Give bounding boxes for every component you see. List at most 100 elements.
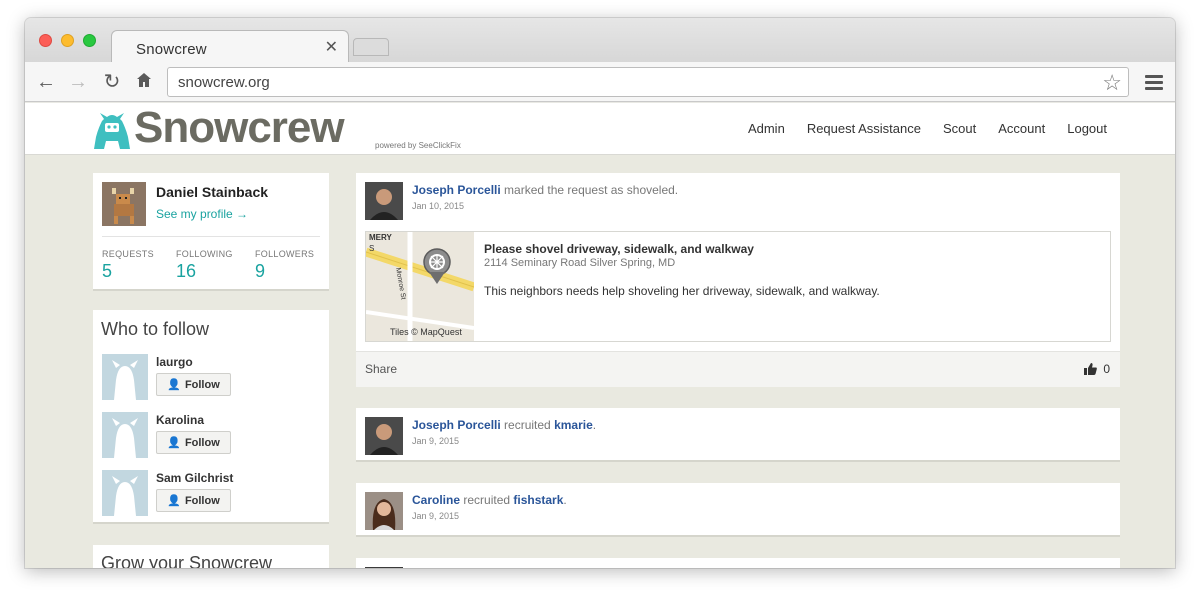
follow-suggestion: Karolina 👤 Follow xyxy=(102,412,322,462)
request-map[interactable]: MERY S Monroe St Tiles © MapQuest xyxy=(366,232,474,341)
see-profile-link[interactable]: See my profile → xyxy=(156,207,248,221)
target-link[interactable]: fishstark xyxy=(513,493,563,507)
nav-request-assistance[interactable]: Request Assistance xyxy=(807,121,921,136)
nav-admin[interactable]: Admin xyxy=(748,121,785,136)
bookmark-star-icon[interactable]: ☆ xyxy=(1102,70,1122,96)
feed-date: Jan 9, 2015 xyxy=(412,511,460,521)
action-suffix: . xyxy=(563,493,567,507)
close-tab-icon[interactable]: ✕ xyxy=(325,37,338,57)
address-bar[interactable]: snowcrew.org ☆ xyxy=(167,67,1129,97)
user-avatar[interactable] xyxy=(365,567,403,568)
share-link[interactable]: Share xyxy=(365,362,397,376)
profile-name: Daniel Stainback xyxy=(156,184,269,200)
profile-avatar[interactable] xyxy=(102,182,146,226)
feed-line: Caroline recruited fishstark. xyxy=(412,493,567,507)
tab-strip: Snowcrew ✕ xyxy=(25,18,1175,64)
feed-item: Joseph Porcelli recruited kmarie. Jan 9,… xyxy=(356,408,1120,462)
site-header: Snowcrew powered by SeeClickFix Admin Re… xyxy=(25,103,1175,155)
grow-title: Grow your Snowcrew xyxy=(101,553,273,568)
actor-link[interactable]: Joseph Porcelli xyxy=(412,418,501,432)
add-user-icon: 👤 xyxy=(167,379,181,391)
minimize-window-button[interactable] xyxy=(61,34,74,47)
request-address: 2114 Seminary Road Silver Spring, MD xyxy=(484,257,676,269)
url-text: snowcrew.org xyxy=(178,74,270,91)
stat-requests[interactable]: REQUESTS 5 xyxy=(102,249,154,282)
who-to-follow-title: Who to follow xyxy=(101,319,210,339)
yeti-logo-icon xyxy=(94,113,130,149)
like-count: 0 xyxy=(1103,362,1110,376)
stat-label: FOLLOWING xyxy=(176,249,233,259)
action-text: recruited xyxy=(460,493,514,507)
request-card[interactable]: MERY S Monroe St Tiles © MapQuest Please… xyxy=(365,231,1111,342)
feed-item xyxy=(356,558,1120,568)
user-avatar[interactable] xyxy=(365,182,403,220)
back-arrow-icon[interactable]: ← xyxy=(35,71,57,93)
follow-button-label: Follow xyxy=(184,494,220,507)
browser-toolbar: ← → ↻ snowcrew.org ☆ xyxy=(25,62,1175,102)
target-link[interactable]: kmarie xyxy=(554,418,593,432)
yeti-avatar-icon xyxy=(102,412,148,458)
stat-value: 5 xyxy=(102,261,113,281)
suggestion-name[interactable]: Sam Gilchrist xyxy=(156,471,233,485)
actor-link[interactable]: Joseph Porcelli xyxy=(412,183,501,197)
maximize-window-button[interactable] xyxy=(83,34,96,47)
powered-by-text: powered by SeeClickFix xyxy=(375,141,461,150)
nav-scout[interactable]: Scout xyxy=(943,121,976,136)
stat-label: FOLLOWERS xyxy=(255,249,315,259)
close-window-button[interactable] xyxy=(39,34,52,47)
stat-label: REQUESTS xyxy=(102,249,154,259)
stat-following[interactable]: FOLLOWING 16 xyxy=(176,249,233,282)
main-content: Daniel Stainback See my profile → REQUES… xyxy=(25,155,1175,568)
new-tab-button[interactable] xyxy=(353,38,389,56)
logo-wordmark: Snowcrew xyxy=(134,103,345,152)
nav-account[interactable]: Account xyxy=(998,121,1045,136)
suggestion-name[interactable]: Karolina xyxy=(156,413,204,427)
profile-divider xyxy=(102,236,320,237)
request-title[interactable]: Please shovel driveway, sidewalk, and wa… xyxy=(484,242,754,256)
action-text: recruited xyxy=(500,418,555,432)
feed-item: Caroline recruited fishstark. Jan 9, 201… xyxy=(356,483,1120,537)
suggestion-name[interactable]: laurgo xyxy=(156,355,193,369)
profile-card: Daniel Stainback See my profile → REQUES… xyxy=(93,173,329,291)
map-credit: Tiles © MapQuest xyxy=(390,327,462,337)
follow-button[interactable]: 👤 Follow xyxy=(156,431,231,454)
like-button[interactable]: 0 xyxy=(1084,362,1110,376)
map-label: S xyxy=(369,244,374,253)
follow-suggestion: Sam Gilchrist 👤 Follow xyxy=(102,470,322,520)
follow-suggestion: laurgo 👤 Follow xyxy=(102,354,322,404)
add-user-icon: 👤 xyxy=(167,495,181,507)
yeti-avatar-icon xyxy=(102,354,148,400)
tab-title: Snowcrew xyxy=(136,41,207,58)
browser-window: Snowcrew ✕ ← → ↻ snowcrew.org ☆ Snowcrew… xyxy=(25,18,1175,568)
follow-button[interactable]: 👤 Follow xyxy=(156,489,231,512)
who-to-follow-card: Who to follow laurgo 👤 Follow Karolina 👤 F… xyxy=(93,310,329,524)
feed-item: Joseph Porcelli marked the request as sh… xyxy=(356,173,1120,387)
action-text: marked the request as shoveled. xyxy=(500,183,679,197)
add-user-icon: 👤 xyxy=(167,437,181,449)
grow-card: Grow your Snowcrew xyxy=(93,545,329,568)
follow-button-label: Follow xyxy=(184,378,220,391)
site-nav: Admin Request Assistance Scout Account L… xyxy=(748,121,1107,136)
action-suffix: . xyxy=(592,418,597,432)
stat-followers[interactable]: FOLLOWERS 9 xyxy=(255,249,314,282)
browser-menu-icon[interactable] xyxy=(1145,75,1163,93)
feed-line: Joseph Porcelli marked the request as sh… xyxy=(412,183,678,197)
user-avatar[interactable] xyxy=(365,492,403,530)
feed-date: Jan 9, 2015 xyxy=(412,436,460,446)
user-avatar[interactable] xyxy=(365,417,403,455)
browser-tab[interactable]: Snowcrew ✕ xyxy=(111,30,349,64)
request-description: This neighbors needs help shoveling her … xyxy=(484,284,880,298)
reload-icon[interactable]: ↻ xyxy=(101,71,123,93)
follow-button[interactable]: 👤 Follow xyxy=(156,373,231,396)
feed-date: Jan 10, 2015 xyxy=(412,201,465,211)
map-label: MERY xyxy=(369,233,392,242)
stat-value: 9 xyxy=(255,261,266,281)
nav-logout[interactable]: Logout xyxy=(1067,121,1107,136)
follow-button-label: Follow xyxy=(184,436,220,449)
home-icon[interactable] xyxy=(133,71,155,93)
feed-footer: Share 0 xyxy=(356,351,1120,387)
actor-link[interactable]: Caroline xyxy=(412,493,460,507)
stat-value: 16 xyxy=(176,261,197,281)
feed-line: Joseph Porcelli recruited kmarie. xyxy=(412,418,596,432)
forward-arrow-icon[interactable]: → xyxy=(67,71,89,93)
